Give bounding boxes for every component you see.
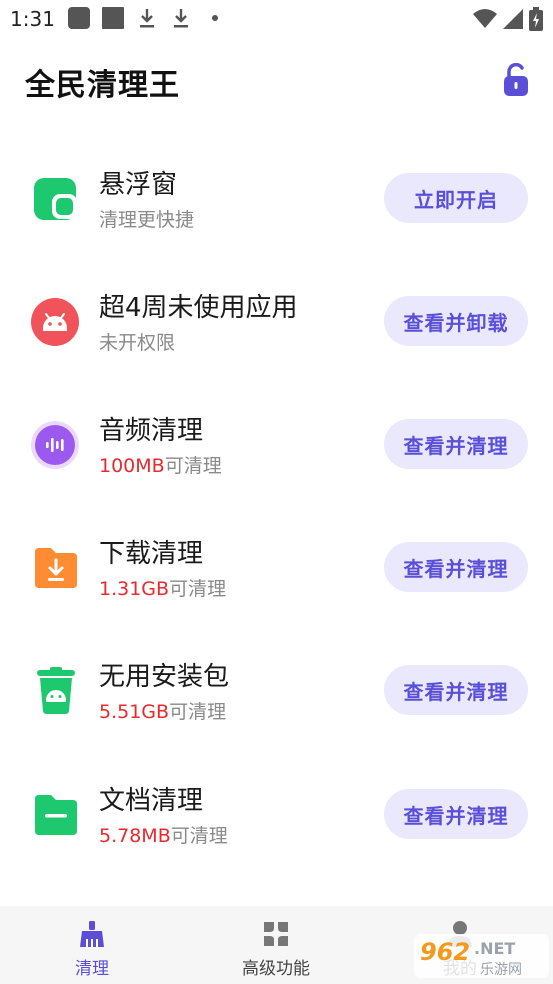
nav-label: 高级功能: [242, 959, 310, 979]
list-item-download-cleanup: 下载清理 1.31GB可清理 查看并清理: [0, 517, 553, 617]
item-title: 音频清理: [99, 416, 204, 446]
wifi-icon: [473, 9, 497, 28]
site-watermark-logo: 962 .NET 乐游网: [414, 934, 549, 978]
audio-wave-icon: [31, 421, 79, 469]
view-and-uninstall-button[interactable]: 查看并卸载: [384, 296, 528, 346]
nav-tab-clean[interactable]: 清理: [0, 906, 184, 984]
item-title: 超4周未使用应用: [99, 293, 298, 323]
system-status-icons: [473, 7, 543, 31]
apk-trash-icon: [37, 667, 75, 714]
more-notifications-dot-icon: [212, 15, 218, 21]
privacy-lock-button[interactable]: [500, 62, 532, 98]
view-and-clean-button[interactable]: 查看并清理: [384, 665, 528, 715]
nav-label: 清理: [75, 959, 109, 979]
cellular-signal-icon: [503, 9, 523, 29]
item-title: 无用安装包: [99, 662, 230, 692]
list-item-audio-cleanup: 音频清理 100MB可清理 查看并清理: [0, 394, 553, 494]
document-folder-icon: [35, 795, 77, 835]
item-subtitle: 未开权限: [99, 332, 176, 354]
view-and-clean-button[interactable]: 查看并清理: [384, 789, 528, 839]
status-time: 1:31: [10, 7, 55, 31]
list-item-unused-apps: 超4周未使用应用 未开权限 查看并卸载: [0, 271, 553, 371]
item-subtitle: 5.51GB可清理: [99, 701, 227, 723]
broom-icon: [80, 921, 104, 947]
svg-text:962: 962: [420, 938, 470, 966]
app-title: 全民清理王: [25, 68, 180, 103]
android-app-icon: [31, 298, 79, 346]
item-title: 悬浮窗: [99, 170, 178, 200]
status-bar: 1:31: [0, 0, 553, 38]
enable-floating-window-button[interactable]: 立即开启: [384, 173, 528, 223]
notification-app-icon: [68, 7, 90, 29]
list-item-apk-cleanup: 无用安装包 5.51GB可清理 查看并清理: [0, 640, 553, 740]
unlock-icon: [504, 62, 528, 96]
notification-icons: [68, 7, 218, 29]
download-notification-icon: [140, 9, 154, 28]
item-subtitle: 清理更快捷: [99, 209, 195, 231]
notification-image-icon: [102, 7, 124, 29]
svg-text:乐游网: 乐游网: [480, 962, 522, 978]
nav-tab-advanced[interactable]: 高级功能: [184, 906, 368, 984]
list-item-document-cleanup: 文档清理 5.78MB可清理 查看并清理: [0, 764, 553, 864]
list-item-floating-window: 悬浮窗 清理更快捷 立即开启: [0, 148, 553, 248]
view-and-clean-button[interactable]: 查看并清理: [384, 419, 528, 469]
download-notification-icon: [174, 9, 188, 28]
item-title: 文档清理: [99, 786, 204, 816]
svg-text:.NET: .NET: [474, 939, 515, 958]
item-subtitle: 1.31GB可清理: [99, 578, 227, 600]
item-subtitle: 100MB可清理: [99, 455, 222, 477]
battery-charging-icon: [529, 7, 543, 31]
floating-window-icon: [34, 178, 77, 220]
item-title: 下载清理: [99, 539, 204, 569]
grid-icon: [264, 922, 288, 946]
view-and-clean-button[interactable]: 查看并清理: [384, 542, 528, 592]
download-folder-icon: [35, 548, 77, 588]
item-subtitle: 5.78MB可清理: [99, 825, 228, 847]
